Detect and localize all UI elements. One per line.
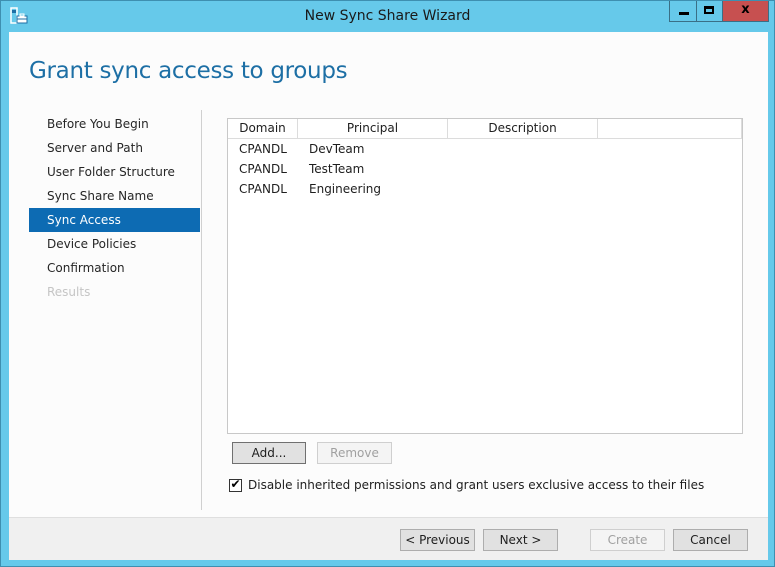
maximize-button[interactable]: [697, 1, 723, 22]
close-button[interactable]: x: [723, 1, 769, 22]
create-button: Create: [590, 529, 665, 551]
cancel-button[interactable]: Cancel: [673, 529, 748, 551]
next-button[interactable]: Next >: [483, 529, 558, 551]
wizard-content: Grant sync access to groups Before You B…: [9, 32, 768, 560]
cell-description: [448, 179, 598, 199]
column-header-domain[interactable]: Domain: [228, 119, 298, 138]
remove-button: Remove: [317, 442, 392, 464]
column-header-principal[interactable]: Principal: [298, 119, 448, 138]
step-sync-share-name[interactable]: Sync Share Name: [29, 184, 200, 208]
maximize-icon: [704, 6, 714, 14]
wizard-window: New Sync Share Wizard x Grant sync acces…: [0, 0, 775, 567]
grid-header: Domain Principal Description: [228, 119, 742, 139]
table-row[interactable]: CPANDL TestTeam: [228, 159, 742, 179]
cell-domain: CPANDL: [239, 182, 287, 196]
step-results: Results: [47, 285, 91, 299]
wizard-footer: < Previous Next > Create Cancel: [9, 517, 768, 560]
cell-domain: CPANDL: [239, 142, 287, 156]
page-title: Grant sync access to groups: [29, 58, 348, 84]
table-row[interactable]: CPANDL DevTeam: [228, 139, 742, 159]
cell-domain: CPANDL: [239, 162, 287, 176]
step-confirmation[interactable]: Confirmation: [29, 256, 200, 280]
groups-grid[interactable]: Domain Principal Description CPANDL DevT…: [227, 118, 743, 434]
cell-principal: DevTeam: [309, 142, 365, 156]
step-user-folder-structure[interactable]: User Folder Structure: [29, 160, 200, 184]
checkmark-icon: ✔: [230, 476, 241, 491]
table-row[interactable]: CPANDL Engineering: [228, 179, 742, 199]
cell-description: [448, 159, 598, 179]
disable-inherited-option[interactable]: ✔ Disable inherited permissions and gran…: [229, 477, 704, 493]
add-button[interactable]: Add...: [232, 442, 306, 464]
column-header-filler: [598, 119, 742, 138]
cell-description: [448, 139, 598, 159]
nav-divider: [201, 110, 202, 510]
cell-principal: TestTeam: [309, 162, 365, 176]
wizard-steps-nav: Before You Begin Server and Path User Fo…: [29, 112, 200, 304]
step-before-you-begin[interactable]: Before You Begin: [29, 112, 200, 136]
cell-principal: Engineering: [309, 182, 381, 196]
previous-button[interactable]: < Previous: [400, 529, 475, 551]
minimize-icon: [679, 12, 689, 15]
minimize-button[interactable]: [669, 1, 697, 22]
step-server-and-path[interactable]: Server and Path: [29, 136, 200, 160]
column-header-description[interactable]: Description: [448, 119, 598, 138]
close-icon: x: [741, 2, 750, 17]
step-sync-access[interactable]: Sync Access: [29, 208, 200, 232]
window-title: New Sync Share Wizard: [304, 8, 471, 24]
step-device-policies[interactable]: Device Policies: [29, 232, 200, 256]
disable-inherited-checkbox[interactable]: ✔: [229, 476, 242, 492]
disable-inherited-label[interactable]: Disable inherited permissions and grant …: [248, 478, 704, 492]
title-bar[interactable]: New Sync Share Wizard x: [1, 1, 774, 32]
